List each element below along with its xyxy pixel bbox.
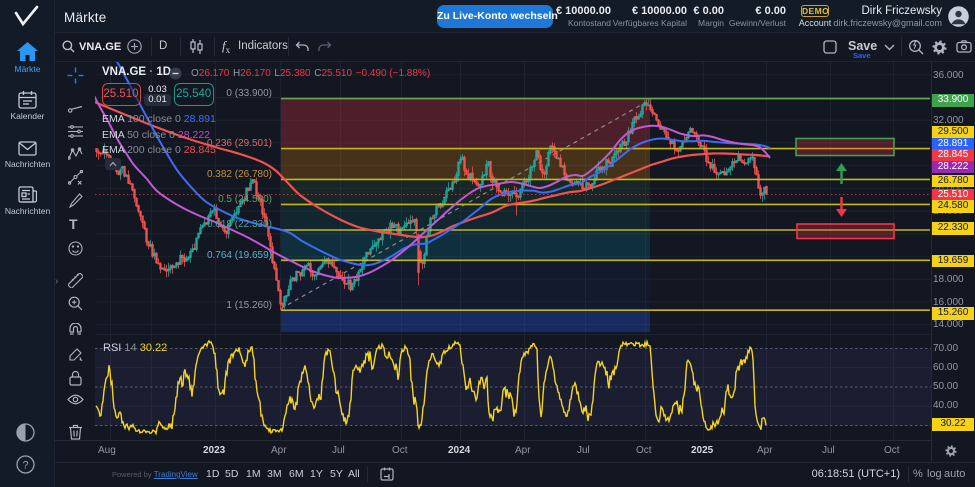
svg-text:?: ? (22, 460, 28, 472)
